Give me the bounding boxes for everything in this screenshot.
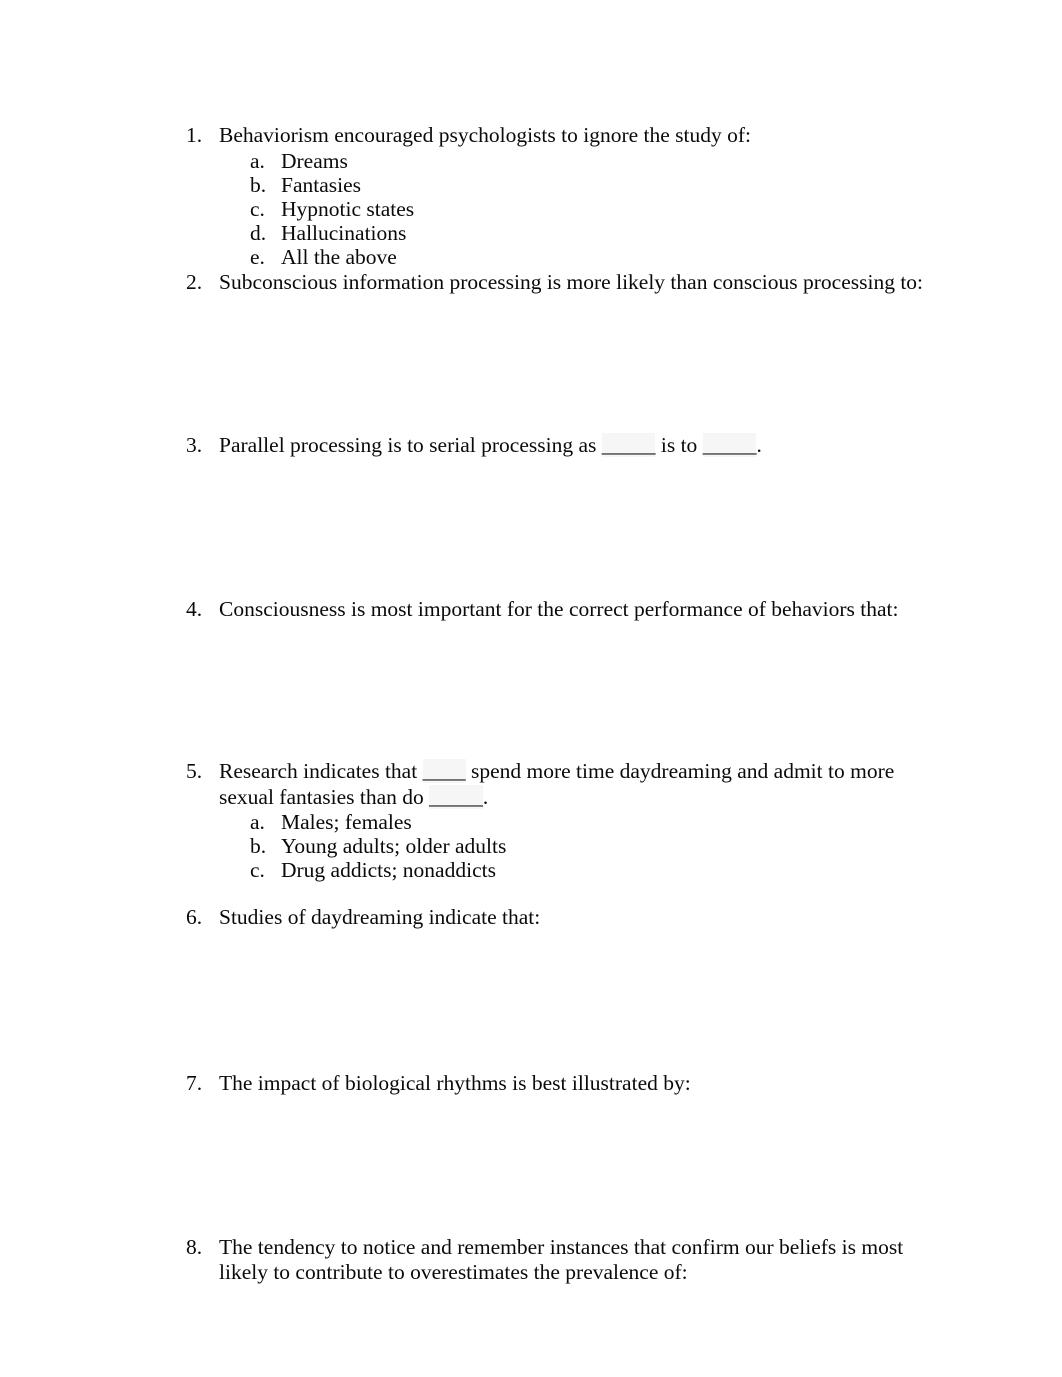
- option-label: Males; females: [281, 810, 412, 835]
- fill-in-blank[interactable]: _____: [702, 433, 757, 458]
- answer-space[interactable]: [219, 930, 926, 1071]
- question-text-run: .: [482, 784, 489, 809]
- option-item[interactable]: c. Hypnotic states: [250, 197, 926, 221]
- option-item[interactable]: a. Males; females: [250, 810, 926, 834]
- question-item: 1. Behaviorism encouraged psychologists t…: [186, 123, 926, 270]
- option-item[interactable]: a. Dreams: [250, 149, 926, 173]
- option-letter: d.: [250, 221, 267, 246]
- option-label: All the above: [281, 245, 397, 270]
- answer-space[interactable]: [219, 1097, 926, 1235]
- question-number: 5.: [186, 759, 203, 784]
- option-item[interactable]: d. Hallucinations: [250, 221, 926, 245]
- option-letter: a.: [250, 810, 265, 835]
- question-item: 5. Research indicates that ____ spend mor…: [186, 759, 926, 905]
- question-text: The tendency to notice and remember inst…: [219, 1234, 904, 1285]
- answer-space[interactable]: [219, 883, 926, 905]
- option-label: Dreams: [281, 148, 348, 173]
- option-label: Fantasies: [281, 172, 362, 197]
- question-text: Subconscious information processing is m…: [219, 269, 924, 294]
- fill-in-blank[interactable]: ____: [422, 759, 466, 784]
- question-list: 1. Behaviorism encouraged psychologists t…: [186, 123, 926, 1286]
- option-label: Hallucinations: [281, 221, 407, 246]
- question-text-run: is to: [655, 433, 703, 458]
- option-list: a. Dreams b. Fantasies c. Hypnotic states d. Ha…: [219, 149, 926, 270]
- question-text-run: Parallel processing is to serial process…: [219, 433, 602, 458]
- question-text: Parallel processing is to serial process…: [219, 433, 926, 459]
- question-text: The impact of biological rhythms is best…: [219, 1071, 691, 1096]
- question-text: Behaviorism encouraged psychologists to …: [219, 123, 752, 147]
- question-number: 4.: [186, 596, 203, 621]
- option-item[interactable]: b. Young adults; older adults: [250, 834, 926, 858]
- option-letter: c.: [250, 196, 265, 221]
- question-item: 6. Studies of daydreaming indicate that:: [186, 905, 926, 1072]
- answer-space[interactable]: [219, 622, 926, 759]
- option-list: a. Males; females b. Young adults; older ad…: [219, 810, 926, 883]
- question-item: 3. Parallel processing is to serial proce…: [186, 433, 926, 597]
- answer-space[interactable]: [219, 295, 926, 433]
- option-item[interactable]: b. Fantasies: [250, 173, 926, 197]
- question-text: Research indicates that ____ spend more …: [219, 759, 926, 810]
- option-letter: a.: [250, 148, 265, 173]
- option-item[interactable]: c. Drug addicts; nonaddicts: [250, 858, 926, 882]
- question-number: 1.: [186, 123, 203, 147]
- option-letter: c.: [250, 858, 265, 883]
- question-text-run: .: [756, 433, 762, 458]
- option-label: Young adults; older adults: [281, 834, 507, 859]
- option-letter: e.: [250, 245, 265, 270]
- option-letter: b.: [250, 834, 267, 859]
- document-body: 1. Behaviorism encouraged psychologists t…: [186, 123, 926, 1286]
- option-letter: b.: [250, 172, 267, 197]
- question-number: 2.: [186, 269, 203, 294]
- question-item: 7. The impact of biological rhythms is be…: [186, 1071, 926, 1235]
- question-number: 3.: [186, 433, 203, 458]
- question-number: 8.: [186, 1234, 203, 1259]
- fill-in-blank[interactable]: _____: [601, 433, 656, 458]
- question-item: 8. The tendency to notice and remember in…: [186, 1235, 926, 1286]
- option-item[interactable]: e. All the above: [250, 245, 926, 269]
- answer-space[interactable]: [219, 459, 926, 597]
- question-item: 4. Consciousness is most important for th…: [186, 597, 926, 760]
- question-item: 2. Subconscious information processing is…: [186, 270, 926, 434]
- question-text: Studies of daydreaming indicate that:: [219, 904, 541, 929]
- option-label: Hypnotic states: [281, 196, 415, 221]
- option-label: Drug addicts; nonaddicts: [281, 858, 496, 883]
- fill-in-blank[interactable]: _____: [429, 784, 483, 809]
- question-number: 6.: [186, 904, 203, 929]
- question-text: Consciousness is most important for the …: [219, 596, 899, 621]
- question-text-run: Research indicates that: [219, 759, 423, 784]
- question-number: 7.: [186, 1071, 203, 1096]
- document-page: 1. Behaviorism encouraged psychologists t…: [0, 0, 1062, 1377]
